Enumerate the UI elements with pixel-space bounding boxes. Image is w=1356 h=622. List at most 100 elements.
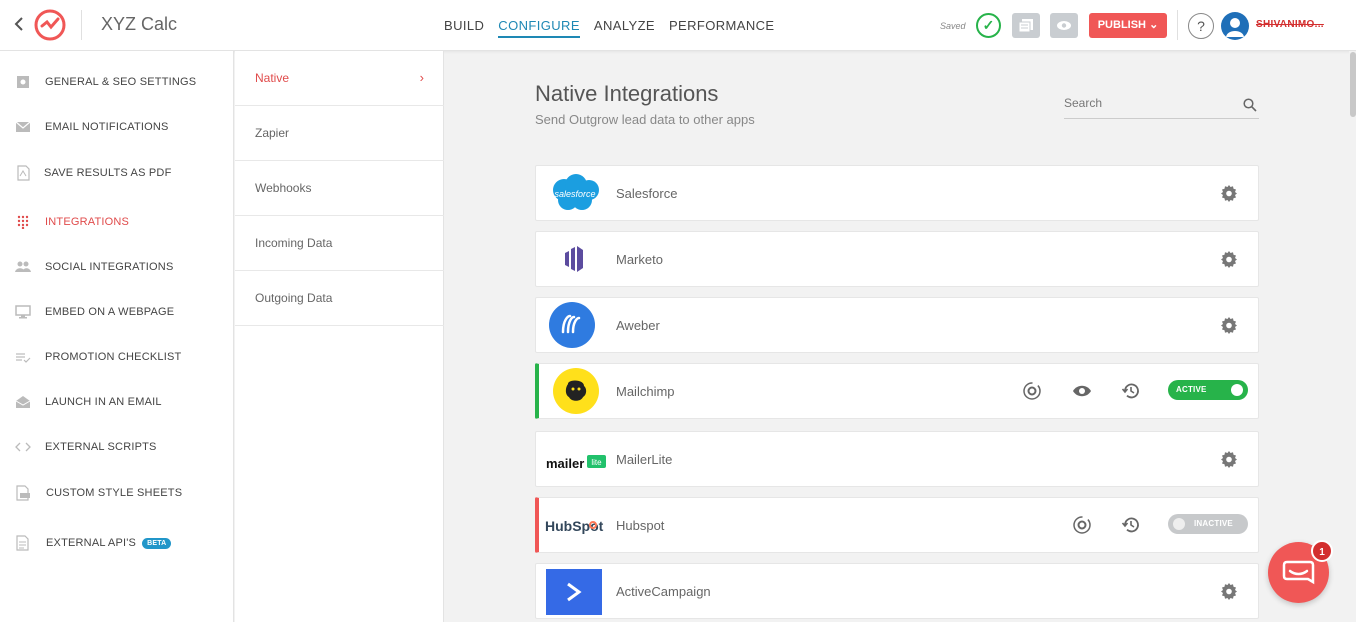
history-icon[interactable] [1121,515,1141,535]
sync-settings-icon[interactable] [1022,381,1042,401]
mailchimp-logo-icon [546,368,604,414]
sidebar-item-external-apis[interactable]: EXTERNAL API'S BETA [0,528,234,558]
tab-build[interactable]: BUILD [444,0,484,51]
sidebar-item-embed[interactable]: EMBED ON A WEBPAGE [0,297,234,327]
app-title: XYZ Calc [101,14,178,34]
publish-label: PUBLISH [1097,19,1146,31]
page-subtitle: Send Outgrow lead data to other apps [535,112,755,127]
mailerlite-logo-text: mailer [546,456,584,471]
app-logo-icon[interactable] [33,8,67,42]
username[interactable]: SHIVANIMO... [1256,19,1324,30]
gear-icon[interactable] [1220,184,1238,202]
pdf-icon [17,165,30,181]
notification-badge: 1 [1311,540,1333,562]
sidebar-item-general-seo[interactable]: GENERAL & SEO SETTINGS [0,67,234,97]
chat-launcher-button[interactable]: 1 [1268,540,1333,603]
integration-card-hubspot[interactable]: HubSpot Hubspot INACTIVE [535,497,1259,553]
search-box [1064,94,1259,119]
chevron-left-icon [14,17,23,31]
gear-icon[interactable] [1220,450,1238,468]
checkmark-circle-icon: ✓ [976,13,1001,38]
hubspot-logo-icon: HubSpot [545,502,607,548]
chevron-down-icon: ⌄ [1149,19,1159,31]
integration-subnav: Native › Zapier Webhooks Incoming Data O… [235,51,444,622]
subnav-item-incoming-data[interactable]: Incoming Data [235,216,444,271]
subnav-item-label: Webhooks [255,181,312,195]
mailerlite-logo-icon: mailer lite [546,436,608,482]
salesforce-logo-text: salesforce [554,189,595,199]
grid-dots-icon [17,215,29,229]
preview-button[interactable] [1050,13,1078,38]
publish-button[interactable]: PUBLISH ⌄ [1089,13,1167,38]
subnav-item-outgoing-data[interactable]: Outgoing Data [235,271,444,326]
integration-name: ActiveCampaign [616,584,711,599]
integration-card-salesforce[interactable]: salesforce Salesforce [535,165,1259,221]
integration-name: Aweber [616,318,660,333]
history-icon[interactable] [1121,381,1141,401]
integration-card-marketo[interactable]: Marketo [535,231,1259,287]
gear-icon[interactable] [1220,250,1238,268]
subnav-item-label: Incoming Data [255,236,333,250]
tab-analyze[interactable]: ANALYZE [594,0,655,51]
sidebar-item-email-notifications[interactable]: EMAIL NOTIFICATIONS [0,112,234,142]
gear-icon[interactable] [1220,582,1238,600]
page-title: Native Integrations [535,81,719,106]
sidebar-item-launch-email[interactable]: LAUNCH IN AN EMAIL [0,387,234,417]
integration-card-mailerlite[interactable]: mailer lite MailerLite [535,431,1259,487]
open-envelope-icon [15,396,31,408]
help-button[interactable]: ? [1188,13,1214,39]
toggle-knob [1231,384,1243,396]
sidebar: GENERAL & SEO SETTINGS EMAIL NOTIFICATIO… [0,51,234,622]
integration-card-aweber[interactable]: Aweber [535,297,1259,353]
search-input[interactable] [1064,94,1234,110]
sidebar-item-social-integrations[interactable]: SOCIAL INTEGRATIONS [0,252,234,282]
checklist-icon [16,353,31,363]
subnav-item-zapier[interactable]: Zapier [235,106,444,161]
aweber-logo-icon [546,302,604,348]
back-button[interactable] [10,14,28,36]
tab-configure[interactable]: CONFIGURE [498,0,580,51]
copy-button[interactable] [1012,13,1040,38]
eye-icon[interactable] [1072,381,1092,401]
chevron-right-icon: › [419,70,424,85]
api-label-text: EXTERNAL API'S [46,537,137,549]
sidebar-item-label: INTEGRATIONS [45,216,130,228]
toggle-knob [1173,518,1185,530]
sidebar-item-label: EXTERNAL SCRIPTS [45,441,157,453]
sidebar-item-integrations[interactable]: INTEGRATIONS [0,207,234,237]
main-content: Native Integrations Send Outgrow lead da… [445,51,1349,622]
code-icon [15,442,31,452]
sidebar-item-label: EMBED ON A WEBPAGE [45,306,175,318]
gear-icon[interactable] [1220,316,1238,334]
saved-status: Saved [940,21,966,31]
inactive-toggle[interactable]: INACTIVE [1168,514,1248,534]
sidebar-item-promotion-checklist[interactable]: PROMOTION CHECKLIST [0,342,234,372]
avatar[interactable] [1221,12,1249,40]
marketo-logo-icon [546,236,604,282]
integration-card-activecampaign[interactable]: ActiveCampaign [535,563,1259,619]
sync-settings-icon[interactable] [1072,515,1092,535]
sidebar-item-custom-style-sheets[interactable]: CUSTOM STYLE SHEETS [0,478,234,508]
css-file-icon [16,485,30,501]
subnav-item-native[interactable]: Native › [235,51,444,106]
subnav-item-label: Zapier [255,126,290,140]
toggle-label: ACTIVE [1176,385,1207,394]
main-nav: BUILD CONFIGURE ANALYZE PERFORMANCE [444,0,789,51]
sidebar-item-save-pdf[interactable]: SAVE RESULTS AS PDF [0,158,234,188]
scrollbar-thumb[interactable] [1350,52,1356,117]
people-icon [15,261,31,272]
scrollbar-track[interactable] [1349,51,1356,622]
document-copy-icon [1018,19,1033,33]
search-icon[interactable] [1243,98,1257,112]
sidebar-item-external-scripts[interactable]: EXTERNAL SCRIPTS [0,432,234,462]
tab-performance[interactable]: PERFORMANCE [669,0,775,51]
subnav-item-label: Native [255,71,290,85]
active-toggle[interactable]: ACTIVE [1168,380,1248,400]
settings-square-icon [17,76,29,88]
subnav-item-webhooks[interactable]: Webhooks [235,161,444,216]
integration-card-mailchimp[interactable]: Mailchimp ACTIVE [535,363,1259,419]
integration-name: Mailchimp [616,384,675,399]
integration-name: Hubspot [616,518,665,533]
sidebar-item-label: CUSTOM STYLE SHEETS [46,487,183,499]
divider [81,10,82,40]
